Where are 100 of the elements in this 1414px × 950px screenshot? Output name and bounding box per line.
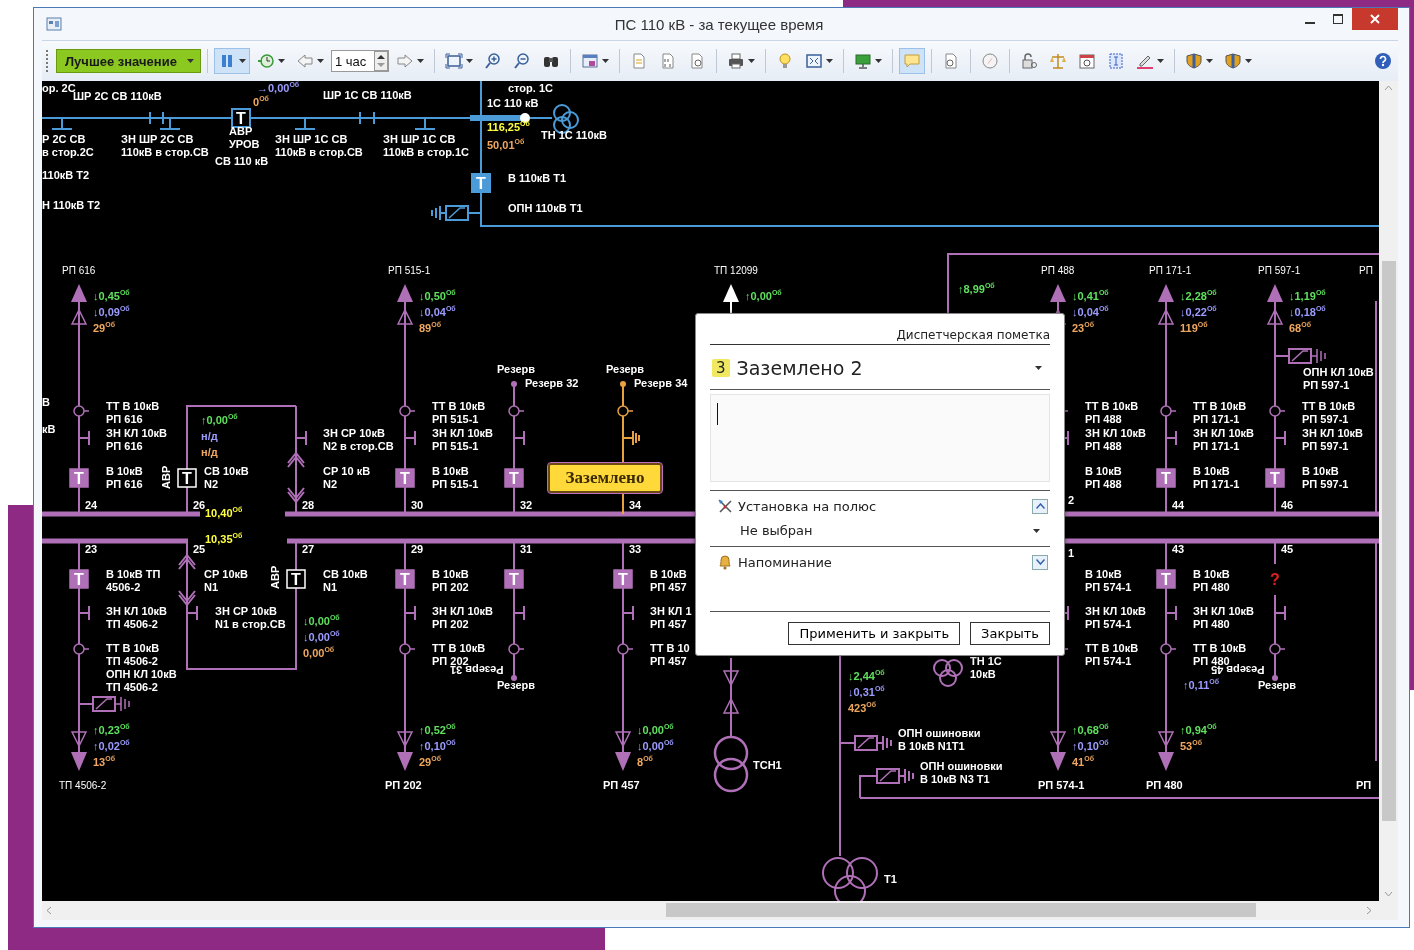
diagram-label: ТН 1С 110кВ — [541, 129, 608, 142]
shield-icon[interactable] — [1223, 52, 1242, 70]
measurement-value: ↓0,00$^{Об}$ — [303, 613, 340, 629]
earth-switch-label: ЗН КЛ 1 РП 457 — [650, 605, 692, 631]
caret-icon[interactable] — [601, 59, 609, 63]
collapse-button[interactable] — [1032, 498, 1048, 514]
measurement-value: ↓0,45$^{Об}$ — [93, 288, 130, 304]
printer-icon[interactable] — [726, 52, 745, 70]
measurement-value: ↓0,00$^{Об}$ — [637, 722, 674, 738]
mode-dropdown[interactable]: Лучшее значение — [56, 49, 201, 73]
grounded-tag: Заземлено — [548, 463, 662, 493]
section-label: Напоминание — [738, 554, 833, 570]
surge-arrester-symbol — [78, 696, 130, 712]
vertical-scrollbar[interactable] — [1379, 81, 1398, 901]
scrollbar-thumb[interactable] — [666, 903, 1256, 917]
breaker-label: В 10кВ РП 574-1 — [1085, 568, 1132, 594]
measurement-value: ↑0,52$^{Об}$ — [419, 722, 456, 738]
horizontal-scrollbar[interactable] — [42, 900, 1398, 920]
breaker-label: СВ 10кВ N2 — [204, 465, 249, 491]
fit-icon[interactable] — [444, 52, 463, 70]
diagram-label: 2 — [1068, 494, 1075, 507]
caret-icon[interactable] — [1205, 59, 1213, 63]
measurement-value: 50,01$^{Об}$ — [487, 139, 525, 152]
surge-arrester-symbol — [1274, 348, 1326, 364]
feeder-name: РП 202 — [385, 779, 422, 792]
chevron-up-icon[interactable] — [1035, 503, 1045, 509]
feeder-name: РП 171-1 — [1149, 264, 1192, 277]
diagram-label: 1 — [1068, 547, 1075, 560]
earth-switch-label: ЗН КЛ 10кВ ТП 4506-2 — [106, 605, 168, 631]
diagram-label: 110кВ Т2 — [42, 169, 90, 182]
close-button[interactable] — [1352, 8, 1398, 30]
earth-switch-label: ЗН КЛ 10кВ РП 480 — [1193, 605, 1255, 631]
maximize-icon[interactable] — [1333, 14, 1343, 24]
close-icon[interactable] — [1370, 14, 1380, 24]
current-transformer-label: ТТ В 10кВ РП 597-1 — [1302, 400, 1356, 426]
breaker-symbol: T — [395, 468, 415, 488]
breaker-symbol: T — [1156, 468, 1176, 488]
outgoing-line-arrow — [723, 284, 739, 302]
breaker-label: В 10кВ РП 202 — [432, 568, 469, 594]
measurement-value: ↓0,09$^{Об}$ — [93, 304, 130, 320]
monitor-icon[interactable] — [853, 52, 872, 70]
pole-dropdown[interactable]: Не выбран — [740, 523, 1048, 538]
period-field[interactable]: 1 час — [330, 50, 389, 72]
scrollbar-thumb[interactable] — [1381, 261, 1396, 821]
current-transformer-label: ТТ В 10кВ РП 616 — [106, 400, 160, 426]
disconnector-label: СР 10 кВ N2 — [323, 465, 371, 491]
measurement-value: 0,00$^{Об}$ — [303, 645, 336, 661]
caret-icon[interactable] — [1033, 528, 1040, 533]
earth-switch-label: ЗН КЛ 10кВ РП 597-1 — [1302, 427, 1364, 453]
note-title[interactable]: Заземлено 2 — [736, 357, 1028, 379]
earth-switch-symbol — [78, 430, 90, 446]
measurement-value: ↓2,28$^{Об}$ — [1180, 288, 1217, 304]
cell-number: 43 — [1172, 543, 1185, 556]
caret-icon[interactable] — [825, 59, 833, 63]
save-window-icon[interactable] — [580, 52, 599, 70]
pause-button[interactable] — [213, 48, 250, 74]
breaker-symbol: T — [1265, 468, 1285, 488]
current-transformer-symbol — [1269, 405, 1286, 417]
close-dialog-button[interactable]: Закрыть — [970, 622, 1050, 645]
measurement-value: 10,40$^{Об}$ — [205, 507, 243, 520]
caret-icon[interactable] — [277, 59, 285, 63]
breaker-symbol: T — [395, 569, 415, 589]
terminal-dot — [1272, 675, 1278, 681]
measurement-value: 0$^{Об}$ — [253, 96, 269, 109]
measurement-value: 8$^{Об}$ — [637, 754, 654, 770]
caret-icon[interactable] — [1156, 59, 1164, 63]
caret-icon[interactable] — [747, 59, 755, 63]
current-transformer-symbol — [508, 405, 525, 417]
chevron-down-icon[interactable] — [1035, 559, 1045, 565]
note-text-field[interactable] — [710, 394, 1050, 482]
feeder-name: РП 457 — [603, 779, 640, 792]
outgoing-line-arrow — [396, 731, 414, 771]
window-title: ПС 110 кВ - за текущее время — [613, 15, 825, 33]
shield-icon[interactable] — [1184, 52, 1203, 70]
dropdown-caret-icon[interactable] — [1035, 366, 1042, 370]
fullscreen-icon[interactable] — [804, 52, 823, 70]
measurement-value: ↓0,04$^{Об}$ — [1072, 304, 1109, 320]
breaker-symbol: T — [1156, 569, 1176, 589]
caret-icon[interactable] — [1244, 59, 1252, 63]
diagram-label: стор. 1С — [508, 82, 553, 95]
caret-icon[interactable] — [874, 59, 882, 63]
earth-switch-symbol — [159, 117, 181, 130]
cell-number: 23 — [85, 543, 98, 556]
earth-switch-label: ЗН КЛ 10кВ РП 515-1 — [432, 427, 494, 453]
earth-switch-symbol — [404, 605, 416, 621]
cell-number: 24 — [85, 499, 98, 512]
avr-label: АВР — [269, 565, 282, 589]
breaker-label: В 10кВ РП 457 — [650, 568, 687, 594]
expand-button[interactable] — [1032, 554, 1048, 570]
measurement-value: ↓0,00$^{Об}$ — [303, 629, 340, 645]
current-transformer-symbol — [1160, 643, 1177, 655]
caret-icon[interactable] — [316, 59, 324, 63]
caret-icon[interactable] — [465, 59, 473, 63]
spinner-icon[interactable] — [373, 51, 388, 71]
surge-arrester-label: ОПН КЛ 10кВ ТП 4506-2 — [106, 668, 177, 694]
caret-icon[interactable] — [416, 59, 424, 63]
apply-close-button[interactable]: Применить и закрыть — [788, 622, 961, 645]
caret-icon[interactable] — [186, 59, 194, 63]
caret-icon[interactable] — [238, 59, 246, 63]
diagram-label: ШР 1С СВ 110кВ — [323, 89, 412, 102]
